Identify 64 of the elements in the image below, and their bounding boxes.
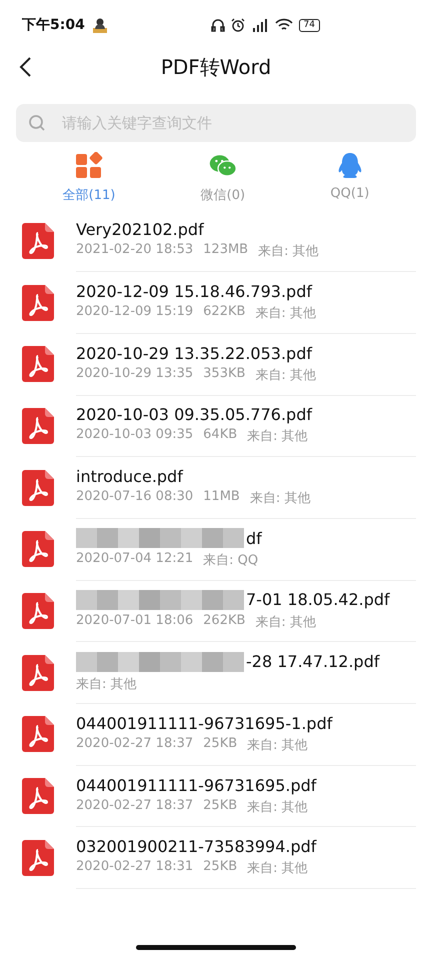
file-name[interactable]: introduce.pdf: [76, 467, 183, 486]
file-size: 622KB: [203, 304, 246, 322]
pdf-file-icon: [22, 408, 54, 444]
file-date: 2020-10-03 09:35: [76, 427, 194, 444]
file-source: 来自: 其他: [247, 736, 308, 754]
file-name[interactable]: Very202102.pdf: [76, 220, 204, 240]
status-time: 下午5:04: [22, 16, 85, 34]
file-source: 来自: 其他: [250, 490, 310, 508]
file-source: 来自: 其他: [76, 676, 137, 693]
headphones-icon: [210, 18, 225, 32]
alarm-icon: [230, 18, 245, 32]
file-name[interactable]: 2020-10-03 09.35.05.776.pdf: [76, 405, 312, 424]
file-size: 64KB: [203, 427, 238, 444]
grid-icon: [75, 152, 103, 180]
file-source: 来自: 其他: [247, 860, 308, 878]
file-name[interactable]: 7-01 18.05.42.pdf: [246, 590, 390, 610]
file-date: 2020-12-09 15:19: [76, 304, 194, 322]
person-icon: [92, 17, 107, 33]
wifi-icon: [274, 18, 293, 32]
pdf-file-icon: [22, 531, 54, 568]
pdf-file-icon: [22, 840, 54, 876]
page-title: PDF转Word: [160, 54, 272, 80]
file-size: 11MB: [203, 489, 240, 506]
file-name[interactable]: -28 17.47.12.pdf: [246, 652, 380, 672]
source-tab[interactable]: 全部(11): [48, 152, 130, 204]
file-date: 2020-07-01 18:06: [76, 612, 194, 630]
file-date: 2020-02-27 18:31: [76, 859, 194, 876]
file-name[interactable]: 044001911111-96731695-1.pdf: [76, 714, 332, 733]
file-date: 2020-07-16 08:30: [76, 489, 194, 506]
back-icon[interactable]: [18, 56, 32, 78]
pdf-file-icon: [22, 346, 54, 382]
signal-icon: [250, 18, 269, 32]
file-source: 来自: 其他: [255, 366, 316, 384]
pdf-file-icon: [22, 654, 54, 691]
file-name[interactable]: 2020-12-09 15.18.46.793.pdf: [76, 282, 312, 302]
file-source: 来自: 其他: [258, 243, 319, 260]
file-source: 来自: QQ: [203, 552, 258, 570]
file-date: 2020-10-29 13:35: [76, 366, 194, 383]
file-source: 来自: 其他: [255, 305, 316, 322]
file-date: 2020-02-27 18:37: [76, 736, 194, 753]
file-size: 25KB: [203, 798, 238, 815]
file-size: 25KB: [203, 736, 238, 753]
file-date: 2021-02-20 18:53: [76, 242, 194, 260]
pdf-file-icon: [22, 716, 54, 752]
pdf-file-icon: [22, 470, 54, 506]
file-date: 2020-07-04 12:21: [76, 551, 194, 568]
file-size: 353KB: [203, 366, 246, 383]
battery-level: 74: [298, 18, 320, 32]
file-name[interactable]: df: [246, 528, 262, 548]
search-icon: [28, 114, 46, 132]
file-name[interactable]: 032001900211-73583994.pdf: [76, 837, 316, 856]
file-size: 123MB: [203, 242, 248, 260]
file-source: 来自: 其他: [247, 428, 308, 446]
pdf-file-icon: [22, 222, 54, 259]
file-name[interactable]: 044001911111-96731695.pdf: [76, 776, 316, 795]
file-size: 25KB: [203, 859, 238, 876]
pdf-file-icon: [22, 284, 54, 321]
file-source: 来自: 其他: [247, 798, 308, 816]
pdf-file-icon: [22, 778, 54, 814]
file-date: 2020-02-27 18:37: [76, 798, 194, 815]
file-name[interactable]: 2020-10-29 13.35.22.053.pdf: [76, 344, 312, 363]
file-source: 来自: 其他: [255, 614, 316, 631]
file-size: 262KB: [203, 612, 246, 630]
pdf-file-icon: [22, 592, 54, 629]
